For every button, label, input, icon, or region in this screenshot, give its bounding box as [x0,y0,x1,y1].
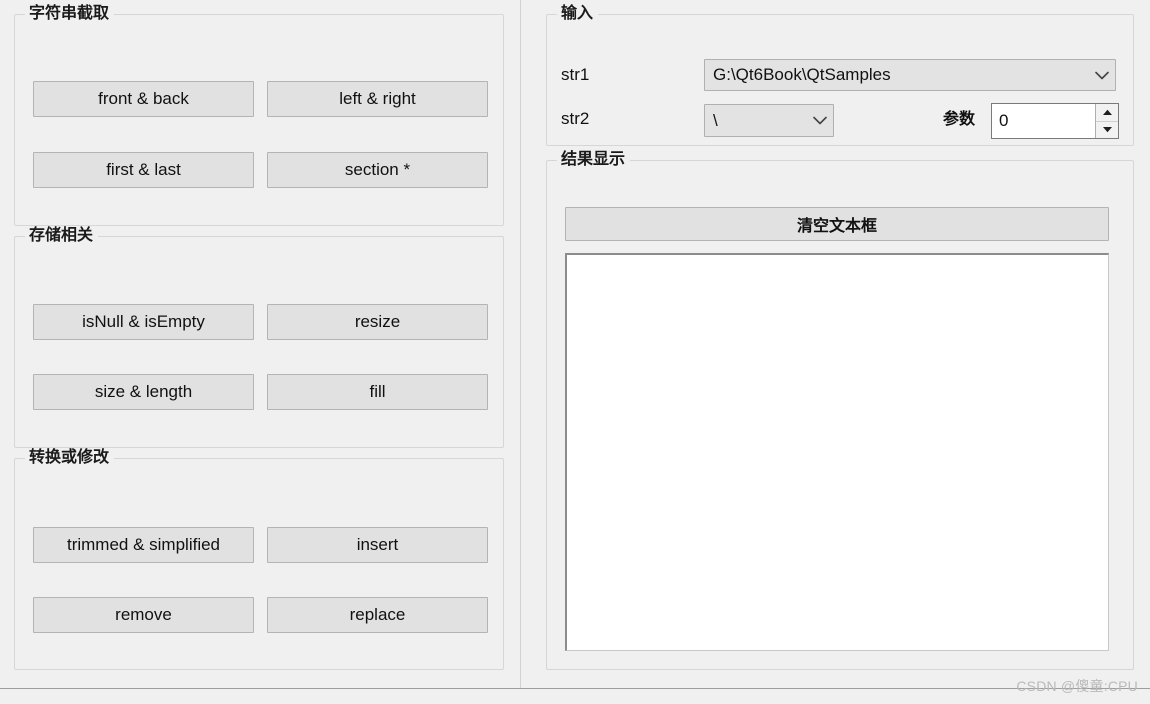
input-group: 输入 str1 G:\Qt6Book\QtSamples str2 \ 参数 0 [546,4,1134,146]
storage-group-title: 存储相关 [25,226,99,246]
chevron-down-icon [1089,71,1115,80]
param-spinbox[interactable]: 0 [991,103,1119,139]
left-panel: 字符串截取 front & back left & right first & … [0,0,520,688]
str2-combobox[interactable]: \ [704,104,834,137]
str1-combobox[interactable]: G:\Qt6Book\QtSamples [704,59,1116,91]
param-label: 参数 [943,111,976,128]
result-textedit-content [567,255,1108,261]
result-textedit[interactable] [565,253,1109,651]
str2-combobox-value: \ [713,110,718,130]
remove-button[interactable]: remove [33,597,254,633]
isnull-and-isempty-button[interactable]: isNull & isEmpty [33,304,254,340]
replace-button[interactable]: replace [267,597,488,633]
str1-label: str1 [561,65,590,84]
application-window: 字符串截取 front & back left & right first & … [0,0,1150,704]
str1-combobox-value: G:\Qt6Book\QtSamples [713,65,891,84]
str2-label: str2 [561,109,590,128]
csdn-watermark: CSDN @傻童:CPU [1016,678,1138,694]
right-panel: 输入 str1 G:\Qt6Book\QtSamples str2 \ 参数 0… [530,0,1150,688]
triangle-up-icon[interactable] [1096,104,1118,122]
window-bottom-area [0,689,1150,704]
result-group-title: 结果显示 [557,150,631,170]
section-button[interactable]: section * [267,152,488,188]
convert-group: 转换或修改 trimmed & simplified insert remove… [14,448,504,670]
first-and-last-button[interactable]: first & last [33,152,254,188]
result-group: 结果显示 清空文本框 [546,150,1134,670]
convert-group-title: 转换或修改 [25,448,115,468]
resize-button[interactable]: resize [267,304,488,340]
substring-group: 字符串截取 front & back left & right first & … [14,4,504,226]
input-group-title: 输入 [557,4,599,24]
fill-button[interactable]: fill [267,374,488,410]
size-and-length-button[interactable]: size & length [33,374,254,410]
param-spinbox-value[interactable]: 0 [992,104,1095,138]
storage-group: 存储相关 isNull & isEmpty resize size & leng… [14,226,504,448]
chevron-down-icon [807,116,833,125]
left-and-right-button[interactable]: left & right [267,81,488,117]
triangle-down-icon[interactable] [1096,121,1118,138]
clear-textbox-button[interactable]: 清空文本框 [565,207,1109,241]
front-and-back-button[interactable]: front & back [33,81,254,117]
insert-button[interactable]: insert [267,527,488,563]
param-spinbox-buttons [1095,104,1118,138]
trimmed-and-simplified-button[interactable]: trimmed & simplified [33,527,254,563]
substring-group-title: 字符串截取 [25,4,115,24]
